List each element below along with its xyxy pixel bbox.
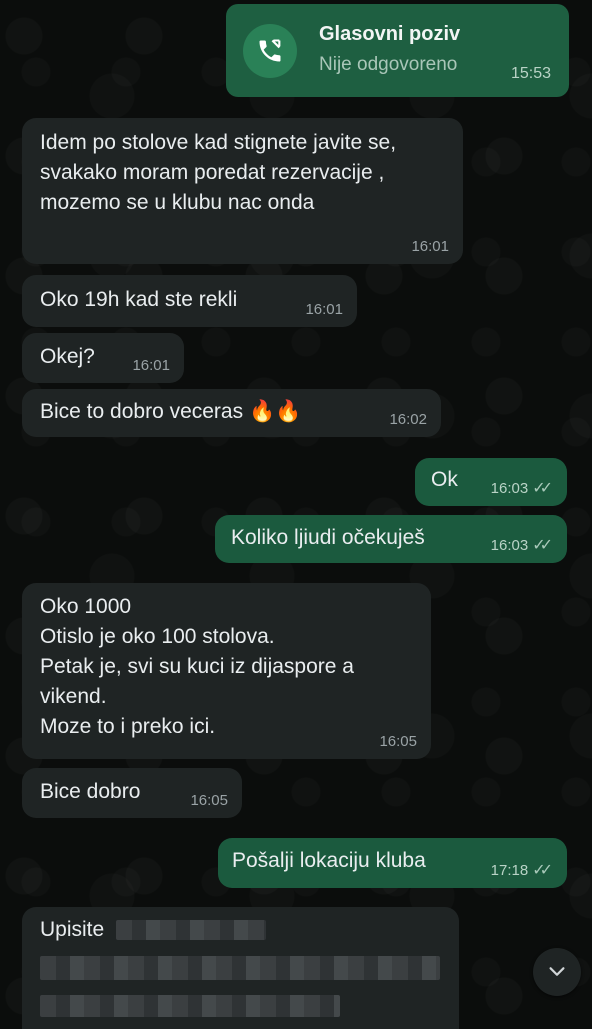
message-time: 16:01 [132,357,170,374]
scroll-to-bottom-button[interactable] [533,948,581,996]
missed-call-bubble[interactable]: Glasovni poziv Nije odgovoreno 15:53 [226,4,569,97]
incoming-message[interactable]: Upisite [22,907,459,1029]
chevron-down-icon [549,967,565,976]
message-time: 16:03 [490,480,529,497]
incoming-message[interactable]: Oko 1000 Otislo je oko 100 stolova. Peta… [22,583,431,759]
outgoing-message[interactable]: Koliko ljiudi očekuješ 16:03 ✓✓ [215,515,567,563]
redacted-block [116,920,267,941]
message-meta: 16:03 ✓✓ [491,480,553,498]
redacted-line [40,991,441,1021]
message-text: Pošalji lokaciju kluba [232,849,426,872]
outgoing-message[interactable]: Ok 16:03 ✓✓ [415,458,567,506]
message-meta: 17:18 ✓✓ [491,862,553,880]
message-text: Okej? [40,345,95,368]
message-text: Koliko ljiudi očekuješ [231,526,425,549]
message-line: Upisite [40,915,441,945]
read-receipt-icon: ✓✓ [532,537,553,554]
redacted-block [40,956,440,981]
incoming-message[interactable]: Bice to dobro veceras 🔥🔥 16:02 [22,389,441,437]
message-text: Bice to dobro veceras 🔥🔥 [40,400,302,423]
message-text: Ok [431,468,458,491]
message-time: 16:05 [190,792,228,809]
message-text: Bice dobro [40,780,141,803]
read-receipt-icon: ✓✓ [532,480,553,497]
message-text: Oko 19h kad ste rekli [40,288,238,311]
incoming-message[interactable]: Oko 19h kad ste rekli 16:01 [22,275,357,327]
message-time: 16:01 [305,301,343,318]
message-text: Idem po stolove kad stignete javite se, … [40,131,397,214]
message-time: 16:02 [389,411,427,428]
incoming-message[interactable]: Bice dobro 16:05 [22,768,242,818]
message-time: 17:18 [490,862,529,879]
call-title: Glasovni poziv [319,23,461,45]
message-text: Upisite [40,918,105,941]
message-time: 16:05 [379,733,417,750]
message-text: Oko 1000 Otislo je oko 100 stolova. Peta… [40,595,354,738]
call-status: Nije odgovoreno [319,54,458,75]
redacted-block [40,995,340,1018]
outgoing-message[interactable]: Pošalji lokaciju kluba 17:18 ✓✓ [218,838,567,888]
message-time: 16:03 [490,537,529,554]
incoming-message[interactable]: Idem po stolove kad stignete javite se, … [22,118,463,264]
read-receipt-icon: ✓✓ [532,862,553,879]
call-time: 15:53 [510,65,551,82]
redacted-line [40,953,441,983]
incoming-message[interactable]: Okej? 16:01 [22,333,184,383]
missed-call-icon [243,24,297,78]
message-time: 16:01 [411,238,449,255]
message-meta: 16:03 ✓✓ [491,537,553,555]
